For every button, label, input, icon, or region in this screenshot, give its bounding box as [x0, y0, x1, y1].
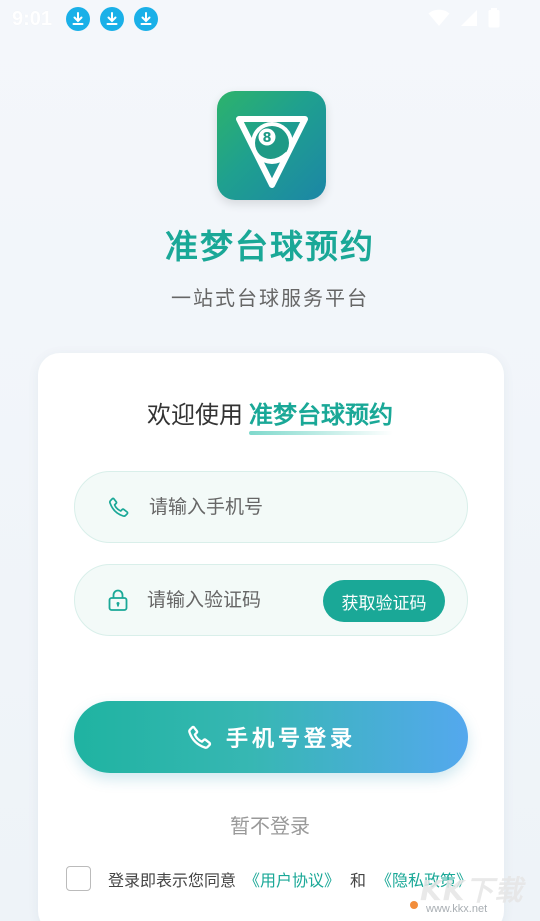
phone-login-button[interactable]: 手机号登录	[74, 701, 468, 773]
verification-code-field[interactable]: 获取验证码	[74, 564, 468, 636]
phone-input[interactable]	[149, 496, 319, 518]
download-icon	[134, 7, 159, 31]
phone-icon	[109, 497, 129, 517]
welcome-app-name: 准梦台球预约	[249, 401, 393, 429]
status-bar: 9:01	[0, 0, 540, 38]
watermark-url: www.kkx.net	[426, 903, 488, 915]
watermark: KK下载 www.kkx.net	[410, 867, 530, 919]
status-right	[428, 8, 500, 28]
agreement-checkbox[interactable]	[66, 866, 91, 891]
skip-login-link[interactable]: 暂不登录	[0, 810, 540, 839]
phone-icon	[188, 725, 212, 749]
app-logo: 8	[217, 91, 326, 200]
billiard-8-ball-icon: 8	[235, 115, 308, 188]
signal-icon	[461, 10, 477, 26]
user-agreement-link[interactable]: 《用户协议》	[244, 867, 340, 891]
verification-code-input[interactable]	[147, 589, 317, 611]
app-slogan: 一站式台球服务平台	[171, 286, 369, 310]
phone-field[interactable]	[74, 471, 468, 543]
download-icon	[100, 7, 125, 31]
svg-text:8: 8	[262, 131, 271, 146]
login-button-label: 手机号登录	[225, 727, 356, 752]
download-icon	[66, 7, 91, 31]
welcome-title: 欢迎使用 准梦台球预约	[0, 395, 540, 430]
status-time: 9:01	[12, 7, 53, 30]
app-name: 准梦台球预约	[165, 227, 375, 266]
lock-icon	[108, 589, 128, 611]
battery-icon	[488, 8, 500, 28]
agreement-text: 登录即表示您同意	[108, 870, 237, 890]
agreement-and: 和	[350, 870, 367, 890]
welcome-prefix: 欢迎使用	[147, 401, 243, 429]
get-code-button[interactable]: 获取验证码	[323, 580, 445, 622]
wifi-icon	[428, 9, 450, 27]
watermark-dot	[410, 901, 418, 909]
